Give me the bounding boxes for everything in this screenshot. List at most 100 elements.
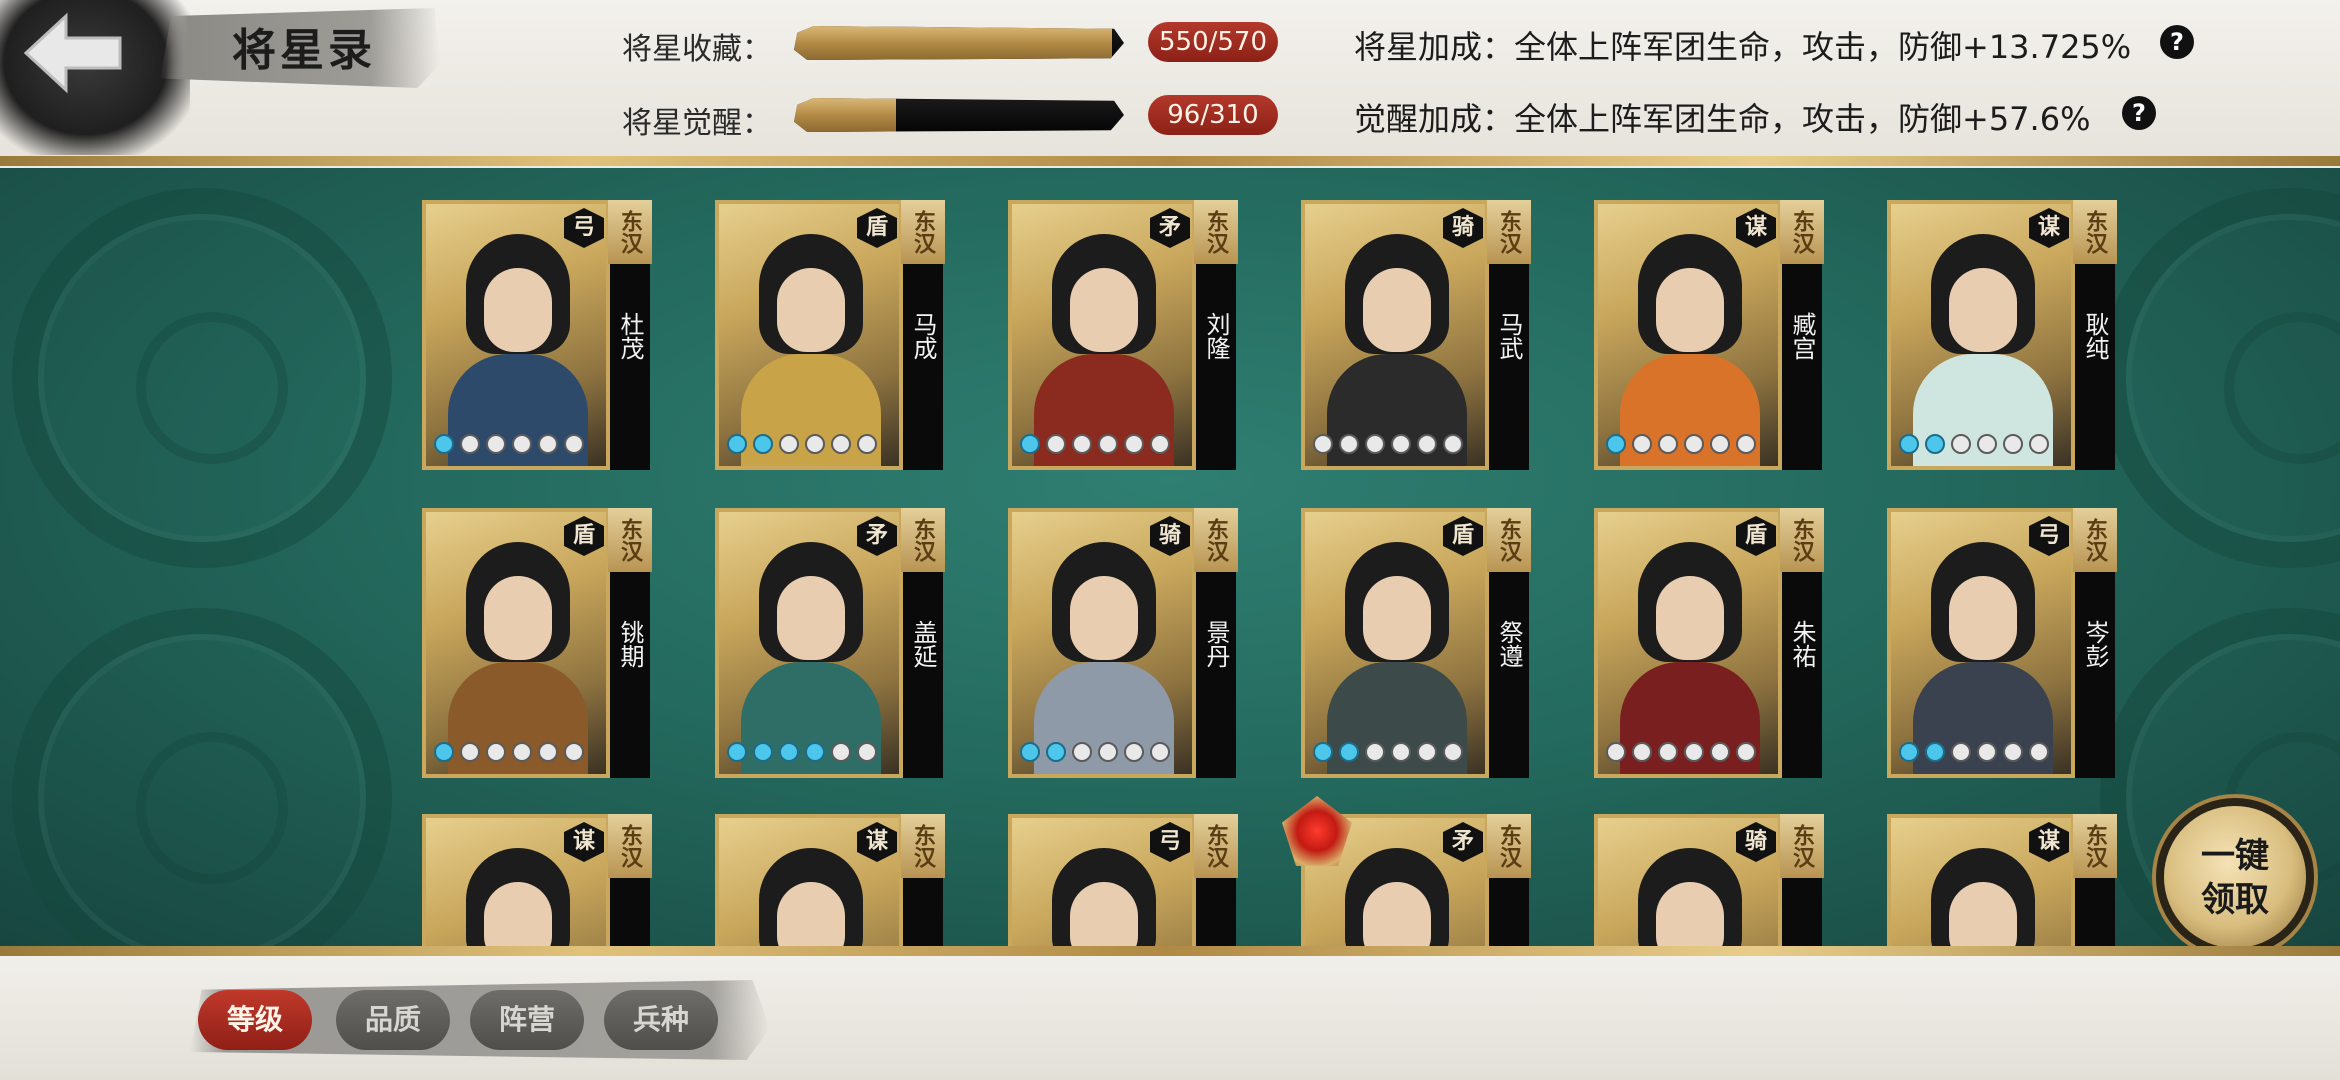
awaken-star-icon (1339, 742, 1359, 762)
gold-divider-top (0, 156, 2340, 166)
awaken-star-icon (538, 742, 558, 762)
claim-all-button[interactable]: 一键 领取 (2164, 806, 2306, 948)
awaken-star-icon (434, 434, 454, 454)
tab-camp[interactable]: 阵营 (470, 990, 584, 1050)
awaken-star-icon (1632, 434, 1652, 454)
awaken-star-icon (1658, 434, 1678, 454)
general-face (1656, 882, 1724, 946)
general-portrait: 骑 (1301, 200, 1489, 470)
claim-all-label: 一键 领取 (2201, 836, 2269, 920)
general-card[interactable]: 骑东汉 (1594, 814, 1834, 946)
awaken-star-icon (512, 742, 532, 762)
awaken-stars (1313, 434, 1463, 456)
general-face (1070, 576, 1138, 660)
general-card[interactable]: 盾东汉 铫期 (422, 508, 662, 778)
faction-label: 东汉 (901, 200, 945, 264)
general-face (777, 268, 845, 352)
awaken-star-icon (831, 742, 851, 762)
general-name: 朱祐 (1788, 620, 1816, 668)
awaken-star-icon (512, 434, 532, 454)
awaken-star-icon (2003, 742, 2023, 762)
general-card[interactable]: 弓东汉 岑彭 (1887, 508, 2127, 778)
tab-quality[interactable]: 品质 (336, 990, 450, 1050)
awaken-star-icon (1124, 742, 1144, 762)
awaken-stars (434, 434, 584, 456)
general-portrait: 弓 (422, 200, 610, 470)
awaken-star-icon (1977, 742, 1997, 762)
awaken-star-icon (1443, 742, 1463, 762)
general-figure (741, 848, 881, 946)
general-card[interactable]: 骑东汉 马武 (1301, 200, 1541, 470)
faction-label: 东汉 (1194, 508, 1238, 572)
awaken-star-icon (831, 434, 851, 454)
general-face (1363, 268, 1431, 352)
question-icon[interactable]: ? (2122, 96, 2156, 130)
faction-label: 东汉 (608, 814, 652, 878)
faction-label: 东汉 (1780, 508, 1824, 572)
general-card[interactable]: 矛东汉 刘隆 (1008, 200, 1248, 470)
general-card[interactable]: 盾东汉朱祐 (1594, 508, 1834, 778)
awaken-progress-fill (794, 98, 897, 132)
general-card[interactable]: 骑东汉 景丹 (1008, 508, 1248, 778)
general-card[interactable]: 盾东汉 祭遵 (1301, 508, 1541, 778)
awaken-stars (727, 434, 877, 456)
awaken-star-icon (1072, 434, 1092, 454)
general-figure (1620, 848, 1760, 946)
general-card[interactable]: 谋东汉 臧宫 (1594, 200, 1834, 470)
awaken-star-icon (1313, 742, 1333, 762)
awaken-star-icon (1632, 742, 1652, 762)
awaken-star-icon (1951, 742, 1971, 762)
general-card[interactable]: 矛东汉 盖延 (715, 508, 955, 778)
general-card[interactable]: 谋东汉 (422, 814, 662, 946)
awaken-star-icon (1684, 434, 1704, 454)
awaken-star-icon (1951, 434, 1971, 454)
general-figure (448, 848, 588, 946)
awaken-star-icon (2029, 742, 2049, 762)
general-face (1656, 268, 1724, 352)
tab-troop-type[interactable]: 兵种 (604, 990, 718, 1050)
awaken-star-icon (1072, 742, 1092, 762)
awaken-star-icon (1417, 742, 1437, 762)
awaken-star-icon (1046, 434, 1066, 454)
awaken-star-icon (1684, 742, 1704, 762)
faction-label: 东汉 (1487, 814, 1531, 878)
general-card[interactable]: 弓东汉 (1008, 814, 1248, 946)
awaken-star-icon (727, 434, 747, 454)
awaken-star-icon (857, 434, 877, 454)
general-face (1070, 882, 1138, 946)
awaken-star-icon (1443, 434, 1463, 454)
gold-divider-bottom (0, 946, 2340, 956)
general-card[interactable]: 谋东汉 耿纯 (1887, 200, 2127, 470)
awaken-star-icon (1606, 434, 1626, 454)
general-portrait: 矛 (715, 508, 903, 778)
awaken-star-icon (1098, 434, 1118, 454)
tab-level[interactable]: 等级 (198, 990, 312, 1050)
awaken-star-icon (1313, 434, 1333, 454)
general-portrait: 谋 (1594, 200, 1782, 470)
question-icon[interactable]: ? (2160, 25, 2194, 59)
general-card[interactable]: 谋东汉 (715, 814, 955, 946)
general-portrait: 谋 (1887, 200, 2075, 470)
awaken-star-icon (1710, 434, 1730, 454)
general-portrait: 盾 (1594, 508, 1782, 778)
general-portrait: 盾 (422, 508, 610, 778)
general-face (1656, 576, 1724, 660)
general-card[interactable]: 弓东汉 杜茂 (422, 200, 662, 470)
general-card[interactable]: 谋东汉 (1887, 814, 2127, 946)
awaken-star-icon (727, 742, 747, 762)
general-name: 铫期 (616, 620, 644, 668)
collection-progress-fill (794, 26, 1113, 60)
general-card[interactable]: 盾东汉马成 (715, 200, 955, 470)
awaken-star-icon (564, 742, 584, 762)
collection-progress-bar (794, 26, 1124, 60)
general-face (1949, 268, 2017, 352)
general-name: 马成 (909, 312, 937, 360)
general-portrait: 盾 (1301, 508, 1489, 778)
awaken-stars (434, 742, 584, 764)
awaken-star-icon (805, 742, 825, 762)
awaken-star-icon (1925, 434, 1945, 454)
general-portrait: 盾 (715, 200, 903, 470)
awaken-stars (1606, 434, 1756, 456)
general-name: 杜茂 (616, 312, 644, 360)
general-face (1363, 882, 1431, 946)
